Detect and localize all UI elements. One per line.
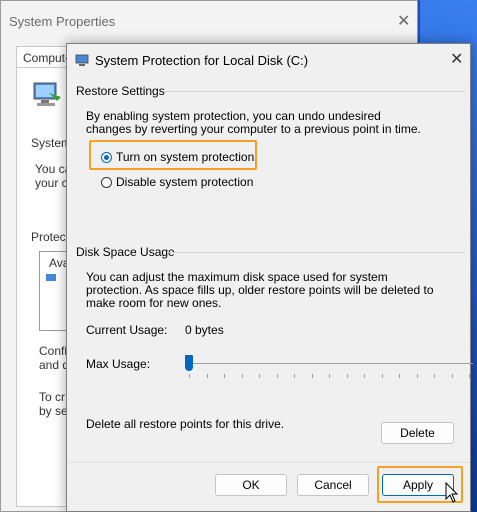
- group-divider: [167, 252, 465, 253]
- max-usage-slider[interactable]: [185, 350, 473, 380]
- apply-button[interactable]: Apply: [382, 474, 454, 496]
- slider-tick: [207, 374, 208, 378]
- slider-tick: [329, 374, 330, 378]
- radio-disable-protection[interactable]: Disable system protection: [101, 175, 253, 189]
- slider-tick: [399, 374, 400, 378]
- slider-track: [185, 363, 473, 364]
- slider-tick: [259, 374, 260, 378]
- slider-tick: [224, 374, 225, 378]
- slider-tick: [434, 374, 435, 378]
- current-usage-label: Current Usage:: [86, 323, 168, 337]
- radio-checked-icon: [101, 151, 112, 163]
- delete-button[interactable]: Delete: [381, 422, 454, 444]
- disk-space-heading: Disk Space Usage: [76, 245, 175, 259]
- max-usage-label: Max Usage:: [86, 357, 151, 371]
- tab-label: Compute: [23, 51, 72, 65]
- radio-label: Turn on system protection: [116, 150, 255, 164]
- slider-thumb[interactable]: [185, 355, 193, 371]
- slider-tick: [242, 374, 243, 378]
- window-title: System Properties: [9, 14, 116, 29]
- drive-list[interactable]: Ava: [39, 251, 69, 331]
- cancel-button[interactable]: Cancel: [297, 474, 369, 496]
- slider-ticks: [185, 374, 473, 380]
- slider-tick: [417, 374, 418, 378]
- cursor-icon: [445, 482, 459, 503]
- slider-tick: [277, 374, 278, 378]
- slider-tick: [189, 374, 190, 378]
- back-text: To cr: [39, 390, 66, 404]
- radio-label: Disable system protection: [116, 175, 254, 189]
- close-icon[interactable]: ✕: [450, 49, 463, 69]
- close-icon[interactable]: ✕: [397, 11, 410, 31]
- slider-tick: [364, 374, 365, 378]
- restore-description: By enabling system protection, you can u…: [86, 109, 421, 136]
- slider-tick: [312, 374, 313, 378]
- ok-button[interactable]: OK: [215, 474, 287, 496]
- disk-description: You can adjust the maximum disk space us…: [86, 270, 434, 310]
- system-protection-dialog: System Protection for Local Disk (C:) ✕ …: [66, 43, 473, 512]
- current-usage-value: 0 bytes: [185, 323, 224, 337]
- drive-icon: [46, 274, 56, 281]
- slider-tick: [294, 374, 295, 378]
- slider-tick: [469, 374, 470, 378]
- delete-description: Delete all restore points for this drive…: [86, 417, 285, 431]
- slider-tick: [382, 374, 383, 378]
- slider-tick: [347, 374, 348, 378]
- footer-divider: [67, 462, 470, 463]
- slider-tick: [452, 374, 453, 378]
- group-divider: [165, 91, 465, 92]
- computer-icon: [33, 82, 61, 106]
- dialog-title: System Protection for Local Disk (C:): [95, 53, 309, 68]
- restore-settings-heading: Restore Settings: [76, 84, 165, 98]
- computer-icon: [75, 54, 89, 66]
- radio-unchecked-icon: [101, 176, 112, 188]
- radio-turn-on-protection[interactable]: Turn on system protection: [101, 150, 254, 164]
- back-text: by se: [39, 404, 68, 418]
- section-system-label: System: [31, 136, 72, 150]
